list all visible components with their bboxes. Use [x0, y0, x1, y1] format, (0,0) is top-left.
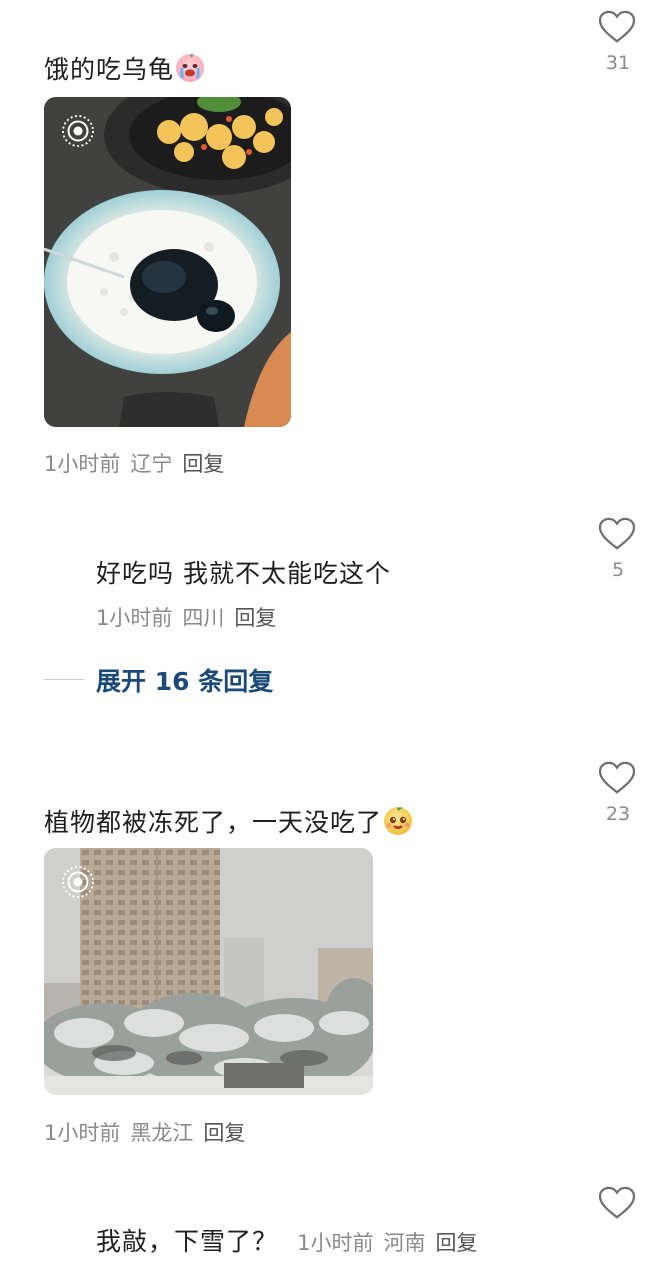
comment-3-text: 植物都被冻死了，一天没吃了	[44, 808, 383, 837]
reply-1-location: 四川	[182, 606, 225, 630]
live-photo-icon	[62, 866, 94, 898]
expand-divider	[44, 679, 84, 680]
heart-icon	[598, 517, 636, 550]
reply-2-text: 我敲，下雪了？	[96, 1227, 279, 1256]
comment-3-location: 黑龙江	[130, 1121, 194, 1145]
comment-1-time: 1小时前	[44, 452, 121, 476]
expand-replies-button[interactable]: 展开 16 条回复	[96, 662, 273, 698]
heart-icon	[598, 1186, 636, 1219]
comment-1-location: 辽宁	[130, 452, 173, 476]
like-count-1: 31	[605, 52, 631, 74]
heart-icon	[598, 10, 636, 43]
reply-1-time: 1小时前	[96, 606, 173, 630]
like-button-1[interactable]: 31	[598, 10, 638, 74]
comment-3: 植物都被冻死了，一天没吃了	[44, 803, 413, 839]
reply-1-meta: 1小时前 四川 回复	[96, 602, 286, 632]
like-count-2: 5	[611, 559, 625, 581]
comment-3-reply-button[interactable]: 回复	[203, 1121, 245, 1145]
crying-face-emoji-icon	[176, 54, 205, 82]
reply-1-reply-button[interactable]: 回复	[234, 606, 276, 630]
reply-2-meta: 1小时前 河南 回复	[297, 1231, 487, 1255]
comment-3-meta: 1小时前 黑龙江 回复	[44, 1117, 255, 1147]
reply-2-time: 1小时前	[297, 1231, 374, 1255]
smiling-fruit-emoji-icon	[384, 807, 413, 835]
reply-2-location: 河南	[383, 1231, 426, 1255]
live-photo-icon	[62, 115, 94, 147]
comment-3-time: 1小时前	[44, 1121, 121, 1145]
like-button-3[interactable]: 23	[598, 761, 638, 825]
snowy-city-photo[interactable]	[44, 848, 373, 1095]
comment-1-meta: 1小时前 辽宁 回复	[44, 448, 234, 478]
heart-icon	[598, 761, 636, 794]
like-button-2[interactable]: 5	[598, 517, 638, 581]
like-button-4[interactable]	[598, 1186, 636, 1224]
comment-1-text: 饿的吃乌龟	[44, 55, 175, 84]
comment-1: 饿的吃乌龟	[44, 50, 205, 86]
turtle-jelly-dessert-photo[interactable]	[44, 97, 291, 427]
like-count-3: 23	[605, 803, 631, 825]
reply-2-reply-button[interactable]: 回复	[435, 1231, 477, 1255]
reply-2: 我敲，下雪了？ 1小时前 河南 回复	[96, 1222, 487, 1258]
reply-1-text: 好吃吗 我就不太能吃这个	[96, 559, 391, 588]
comment-1-reply-button[interactable]: 回复	[182, 452, 224, 476]
